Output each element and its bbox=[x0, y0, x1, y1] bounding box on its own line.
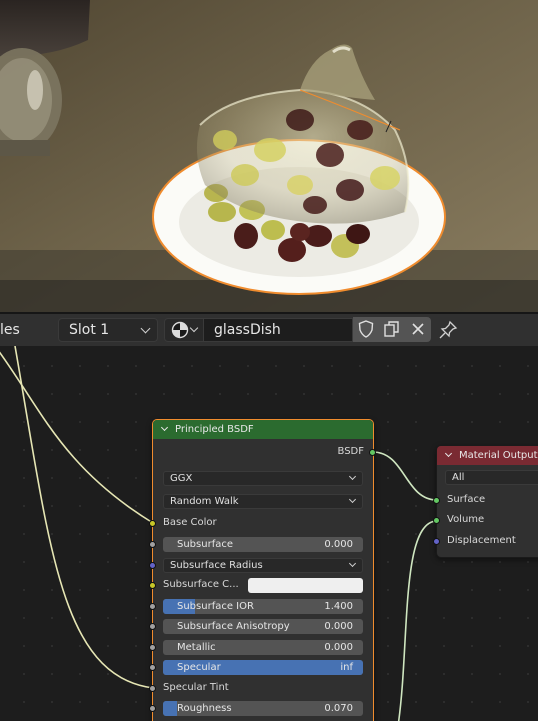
subsurface-value: 0.000 bbox=[324, 539, 353, 550]
displacement-input-socket[interactable] bbox=[433, 538, 440, 545]
base-color-socket[interactable] bbox=[149, 520, 156, 527]
chevron-down-icon bbox=[348, 495, 357, 504]
subsurface-anisotropy-label: Subsurface Anisotropy bbox=[177, 621, 290, 632]
material-sphere-icon bbox=[171, 321, 189, 339]
header-partial-label: les bbox=[0, 322, 20, 338]
duplicate-material-icon bbox=[384, 321, 399, 337]
metallic-label: Metallic bbox=[177, 642, 216, 653]
pin-button[interactable] bbox=[436, 318, 460, 342]
node-editor-header: les Slot 1 glassDish bbox=[0, 314, 538, 346]
metallic-field[interactable]: Metallic 0.000 bbox=[163, 640, 363, 655]
specular-label: Specular bbox=[177, 662, 221, 673]
subsurface-color-label: Subsurface C... bbox=[163, 579, 239, 590]
volume-label: Volume bbox=[447, 514, 485, 525]
output-target-select[interactable]: All bbox=[445, 470, 538, 485]
surface-input-socket[interactable] bbox=[433, 497, 440, 504]
subsurface-ior-field[interactable]: Subsurface IOR 1.400 bbox=[163, 599, 363, 614]
subsurface-anisotropy-socket[interactable] bbox=[149, 623, 156, 630]
chevron-down-icon bbox=[348, 559, 357, 568]
subsurface-field[interactable]: Subsurface 0.000 bbox=[163, 537, 363, 552]
slot-dropdown-label: Slot 1 bbox=[69, 322, 110, 338]
link-bsdf-surface bbox=[372, 451, 438, 501]
link-volume bbox=[397, 520, 438, 721]
node-title: Principled BSDF bbox=[175, 424, 254, 435]
roughness-field[interactable]: Roughness 0.070 bbox=[163, 701, 363, 716]
chevron-down-icon bbox=[348, 472, 357, 481]
subsurface-anisotropy-field[interactable]: Subsurface Anisotropy 0.000 bbox=[163, 619, 363, 634]
bsdf-output-label: BSDF bbox=[337, 446, 364, 457]
duplicate-material-button[interactable] bbox=[379, 317, 405, 342]
node-editor-canvas[interactable]: Principled BSDF BSDF GGX Random Walk Bas… bbox=[0, 346, 538, 721]
link-specular-tint bbox=[14, 346, 154, 689]
fake-user-button[interactable] bbox=[353, 317, 379, 342]
displacement-label: Displacement bbox=[447, 535, 516, 546]
principled-bsdf-header[interactable]: Principled BSDF bbox=[153, 420, 373, 439]
unlink-x-icon bbox=[412, 323, 424, 335]
roughness-label: Roughness bbox=[177, 703, 232, 714]
pin-icon bbox=[439, 320, 458, 339]
subsurface-color-socket[interactable] bbox=[149, 582, 156, 589]
chevron-down-icon bbox=[140, 323, 151, 334]
specular-tint-socket[interactable] bbox=[149, 685, 156, 692]
subsurface-ior-label: Subsurface IOR bbox=[177, 601, 254, 612]
subsurface-radius-label: Subsurface Radius bbox=[170, 560, 263, 571]
subsurface-color-swatch[interactable] bbox=[248, 578, 363, 593]
volume-input-socket[interactable] bbox=[433, 517, 440, 524]
collapse-chevron-icon[interactable] bbox=[444, 449, 453, 458]
metallic-socket[interactable] bbox=[149, 644, 156, 651]
distribution-select[interactable]: GGX bbox=[163, 471, 363, 486]
unlink-material-button[interactable] bbox=[405, 317, 431, 342]
subsurface-radius-socket[interactable] bbox=[149, 562, 156, 569]
specular-tint-label: Specular Tint bbox=[163, 682, 229, 693]
browse-material-button[interactable] bbox=[164, 318, 204, 342]
distribution-value: GGX bbox=[170, 473, 193, 484]
principled-bsdf-node[interactable]: Principled BSDF BSDF GGX Random Walk Bas… bbox=[149, 419, 376, 721]
specular-value: inf bbox=[340, 662, 353, 673]
material-name-field[interactable]: glassDish bbox=[203, 318, 353, 342]
subsurface-label: Subsurface bbox=[177, 539, 233, 550]
viewport-render bbox=[0, 0, 538, 312]
link-base-color bbox=[0, 351, 154, 524]
slot-dropdown[interactable]: Slot 1 bbox=[58, 318, 158, 342]
3d-viewport[interactable] bbox=[0, 0, 538, 312]
roughness-value: 0.070 bbox=[324, 703, 353, 714]
subsurface-ior-socket[interactable] bbox=[149, 603, 156, 610]
subsurface-method-select[interactable]: Random Walk bbox=[163, 494, 363, 509]
metallic-value: 0.000 bbox=[324, 642, 353, 653]
fake-user-shield-icon bbox=[358, 320, 374, 338]
material-name: glassDish bbox=[214, 322, 281, 338]
bsdf-output-socket[interactable] bbox=[369, 449, 376, 456]
chevron-down-icon bbox=[189, 323, 199, 333]
surface-label: Surface bbox=[447, 494, 486, 505]
specular-field[interactable]: Specular inf bbox=[163, 660, 363, 675]
subsurface-method-value: Random Walk bbox=[170, 496, 239, 507]
material-output-header[interactable]: Material Output bbox=[437, 446, 538, 465]
collapse-chevron-icon[interactable] bbox=[160, 423, 169, 432]
subsurface-ior-value: 1.400 bbox=[324, 601, 353, 612]
roughness-fill bbox=[163, 701, 177, 716]
base-color-label: Base Color bbox=[163, 517, 217, 528]
specular-socket[interactable] bbox=[149, 664, 156, 671]
subsurface-anisotropy-value: 0.000 bbox=[324, 621, 353, 632]
output-target-value: All bbox=[452, 472, 465, 483]
node-title: Material Output bbox=[459, 450, 538, 461]
material-output-node[interactable]: Material Output All Surface Volume Displ… bbox=[433, 445, 538, 558]
subsurface-radius-field[interactable]: Subsurface Radius bbox=[163, 558, 363, 573]
roughness-socket[interactable] bbox=[149, 705, 156, 712]
subsurface-socket[interactable] bbox=[149, 541, 156, 548]
